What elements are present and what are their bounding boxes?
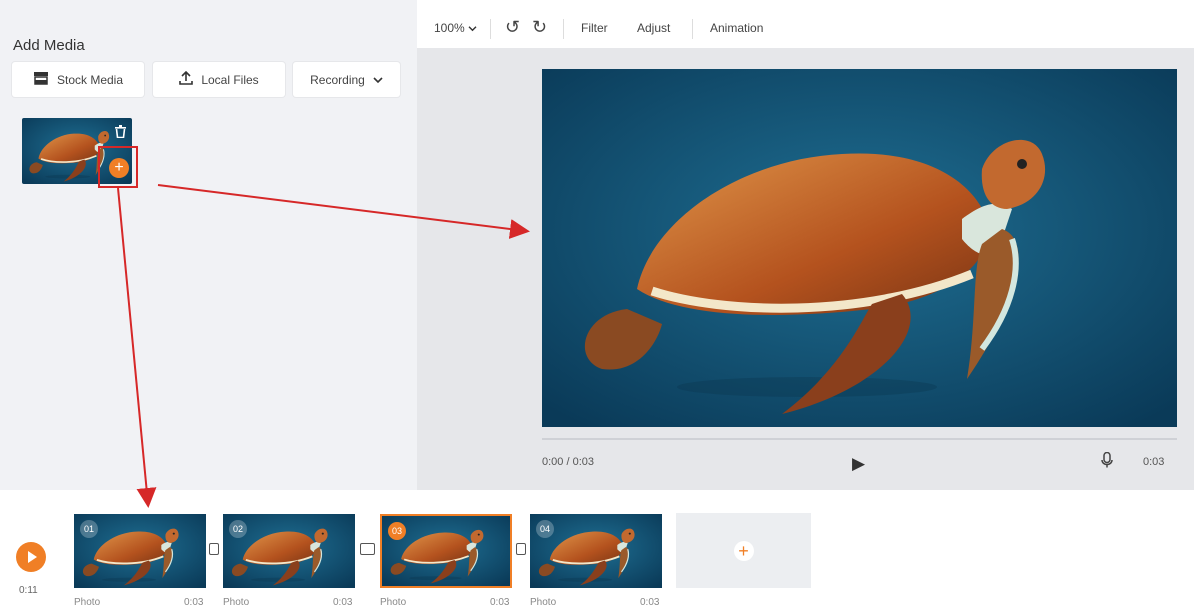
highlight-box [98, 146, 138, 188]
time-display: 0:00 / 0:03 [542, 456, 594, 468]
chevron-down-icon [373, 73, 383, 87]
chevron-down-icon [468, 21, 477, 35]
tab-animation[interactable]: Animation [710, 21, 763, 35]
recording-dropdown[interactable]: Recording [293, 62, 400, 97]
redo-icon[interactable]: ↻ [532, 17, 547, 38]
plus-icon: + [733, 540, 754, 561]
trash-icon[interactable] [111, 122, 129, 140]
clip-label: Photo [223, 597, 250, 608]
tab-adjust[interactable]: Adjust [637, 21, 670, 35]
timeline-clip-4[interactable]: 04 [530, 514, 662, 588]
zoom-value: 100% [434, 21, 465, 35]
local-files-label: Local Files [201, 72, 259, 87]
clip-label: Photo [74, 597, 101, 608]
progress-bar[interactable] [542, 438, 1177, 440]
local-files-button[interactable]: Local Files [153, 62, 285, 97]
undo-icon[interactable]: ↺ [505, 17, 520, 38]
stock-media-label: Stock Media [56, 72, 124, 87]
recording-label: Recording [310, 72, 365, 87]
play-icon[interactable]: ▶ [852, 454, 865, 474]
add-clip-button[interactable]: + [676, 513, 811, 588]
clip-number: 04 [536, 520, 554, 538]
timeline-clip-1[interactable]: 01 [74, 514, 206, 588]
preview-image [542, 69, 1177, 427]
zoom-select[interactable]: 100% [434, 21, 477, 35]
clip-duration: 0:03 [184, 597, 204, 608]
clip-label: Photo [380, 597, 407, 608]
upload-icon [179, 70, 194, 88]
clip-duration: 0:03 [490, 597, 510, 608]
transition-icon[interactable] [360, 543, 375, 555]
clip-label: Photo [530, 597, 557, 608]
add-media-title: Add Media [13, 37, 85, 54]
play-icon [28, 551, 37, 563]
clip-duration: 0:03 [640, 597, 660, 608]
timeline-clip-3[interactable]: 03 [380, 514, 512, 588]
microphone-icon[interactable] [1101, 451, 1113, 473]
clip-number: 03 [388, 522, 406, 540]
toolbar-divider [692, 19, 693, 39]
clip-number: 01 [80, 520, 98, 538]
toolbar-divider [490, 19, 491, 39]
clip-number: 02 [229, 520, 247, 538]
tab-filter[interactable]: Filter [581, 21, 608, 35]
transition-icon[interactable] [516, 543, 526, 555]
stock-media-button[interactable]: Stock Media [12, 62, 144, 97]
transition-icon[interactable] [209, 543, 219, 555]
store-icon [33, 71, 49, 88]
timeline-play-button[interactable] [16, 542, 46, 572]
timeline-duration: 0:11 [19, 585, 38, 596]
toolbar-divider [563, 19, 564, 39]
clip-duration: 0:03 [333, 597, 353, 608]
end-time: 0:03 [1143, 456, 1165, 468]
timeline-clip-2[interactable]: 02 [223, 514, 355, 588]
